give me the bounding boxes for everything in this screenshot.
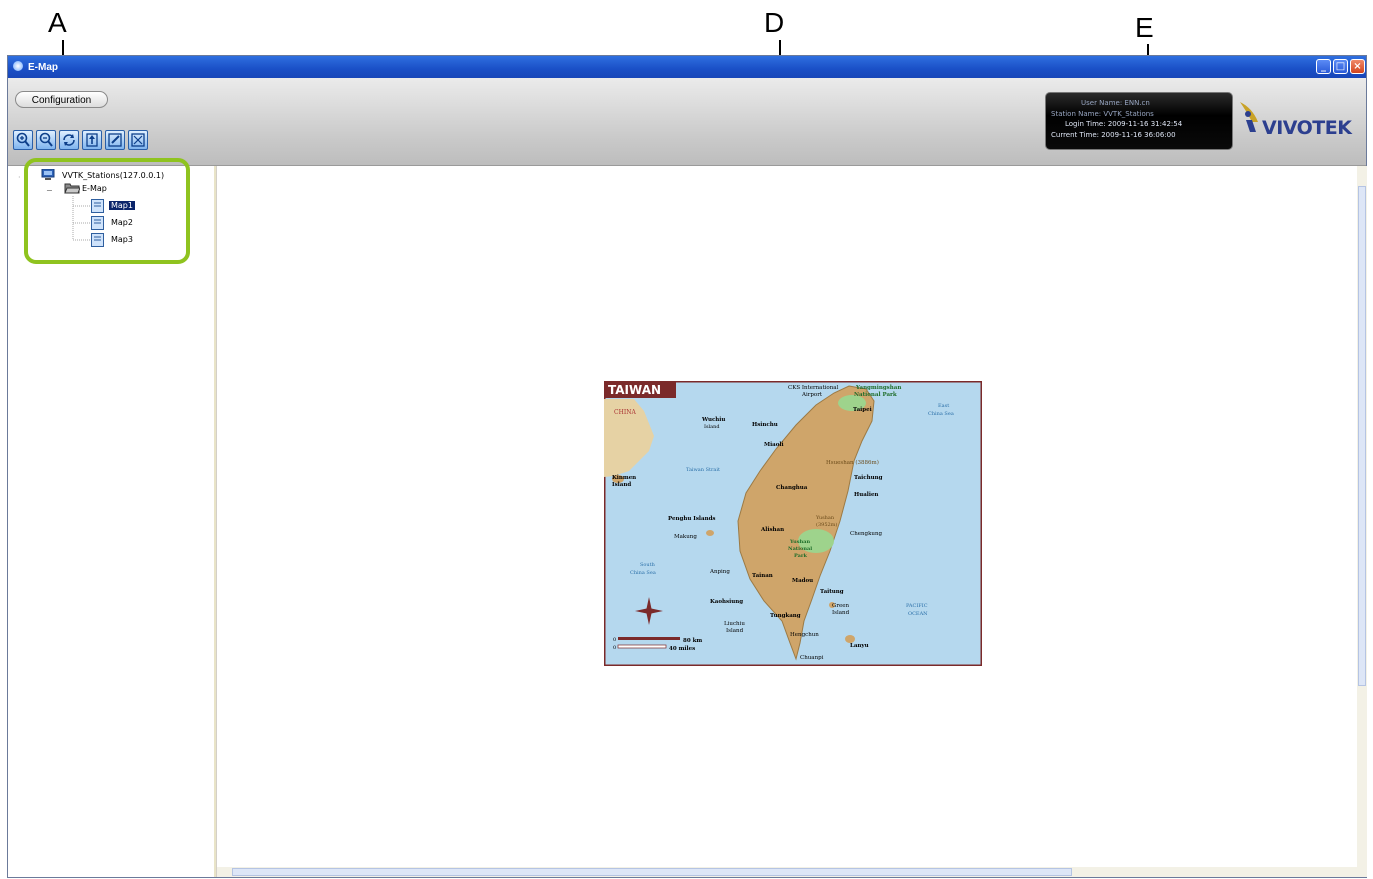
map-label-hualien: Hualien: [854, 492, 878, 498]
map-label-hsueshan: Hsueshan (3886m): [826, 459, 879, 466]
map-label-alishan: Alishan: [760, 527, 784, 533]
callout-d: D: [764, 7, 785, 38]
upload-icon[interactable]: [82, 130, 102, 150]
map-label-taiwan-strait: Taiwan Strait: [686, 467, 720, 473]
map-label-madou: Madou: [792, 578, 813, 584]
map-label-yushan-park-3: Park: [794, 553, 807, 559]
map-label-park-1: Yangmingshan: [855, 385, 901, 391]
map-label-liuchiu-1: Liuchiu: [724, 621, 745, 627]
top-toolbar: Configuration User Name: ENN.cn Station …: [8, 78, 1366, 166]
map-label-taipei: Taipei: [853, 407, 872, 413]
map-label-yushan-park-2: National: [788, 546, 812, 552]
map-label-park-2: National Park: [854, 392, 897, 398]
map-scale-zero-b: 0: [613, 645, 616, 651]
map-label-miaoli: Miaoli: [764, 442, 784, 448]
map-label-taichung: Taichung: [854, 475, 883, 481]
horizontal-scrollbar[interactable]: [217, 867, 1357, 877]
refresh-icon[interactable]: [59, 130, 79, 150]
map-label-scs-2: China Sea: [630, 570, 656, 576]
map-label-tungkang: Tungkang: [770, 613, 801, 619]
station-name-text: Station Name: VVTK_Stations: [1051, 109, 1154, 118]
app-icon: [13, 61, 23, 71]
map-label-anping: Anping: [709, 569, 730, 575]
map-label-changhua: Changhua: [776, 485, 808, 491]
vertical-scrollbar[interactable]: [1357, 166, 1367, 877]
fit-to-window-icon[interactable]: [128, 130, 148, 150]
map-label-wuchiu-2: Island: [704, 424, 720, 430]
vivotek-bird-icon: [1240, 102, 1258, 132]
map-label-east-sea-2: China Sea: [928, 411, 954, 417]
map-label-pacific-2: OCEAN: [908, 611, 928, 617]
map-label-hengchun: Hengchun: [790, 632, 819, 638]
map-label-tainan: Tainan: [752, 573, 773, 579]
user-name-text: User Name: ENN.cn: [1081, 99, 1150, 107]
map-label-pacific-1: PACIFIC: [906, 603, 928, 609]
map-label-liuchiu-2: Island: [726, 628, 744, 634]
minimize-button[interactable]: _: [1316, 59, 1331, 74]
maximize-button[interactable]: □: [1333, 59, 1348, 74]
map-label-makung: Makung: [674, 534, 697, 540]
zoom-out-icon[interactable]: [36, 130, 56, 150]
map-label-green-1: Green: [832, 603, 850, 609]
map-label-hsinchu: Hsinchu: [752, 422, 778, 428]
map-label-kinmen-2: Island: [612, 482, 631, 488]
map-label-kaohsiung: Kaohsiung: [710, 599, 743, 605]
map-scale-km: 80 km: [683, 638, 702, 644]
map-label-penghu: Penghu Islands: [668, 516, 716, 522]
map-label-yushan-2: (3952m): [816, 521, 837, 528]
current-time-text: Current Time: 2009-11-16 36:06:00: [1051, 130, 1176, 139]
vertical-scroll-thumb[interactable]: [1358, 186, 1366, 686]
map-label-taitung: Taitung: [820, 589, 844, 595]
window-title: E-Map: [28, 62, 58, 73]
map-label-yushan-1: Yushan: [815, 515, 835, 521]
map-label-east-sea-1: East: [938, 403, 949, 409]
map-label-yushan-park-1: Yushan: [789, 539, 810, 545]
zoom-in-icon[interactable]: [13, 130, 33, 150]
map-label-airport-2: Airport: [801, 392, 823, 398]
map-label-lanyu: Lanyu: [850, 643, 869, 649]
map-scale-miles: 40 miles: [669, 646, 695, 652]
configuration-button[interactable]: Configuration: [15, 91, 108, 108]
tree-highlight-frame: [24, 158, 190, 264]
vivotek-logo: VIVOTEK: [1238, 100, 1358, 140]
session-info-panel: User Name: ENN.cn Station Name: VVTK_Sta…: [1045, 92, 1233, 150]
login-time-text: Login Time: 2009-11-16 31:42:54: [1065, 120, 1183, 128]
map-label-airport-1: CKS International: [788, 385, 839, 391]
map-scale-zero-a: 0: [613, 637, 616, 643]
map-penghu: [706, 530, 714, 536]
title-bar[interactable]: E-Map _ □ ×: [8, 56, 1366, 78]
map-lanyu: [845, 635, 855, 643]
map-label-china: CHINA: [614, 409, 636, 416]
device-tree-panel: · VVTK_Stations(127.0.0.1) − E-Map Map1 …: [8, 166, 216, 877]
horizontal-scroll-thumb[interactable]: [232, 868, 1072, 876]
callout-e: E: [1135, 12, 1154, 43]
tree-connector: ·: [18, 173, 21, 182]
map-label-chuanpi: Chuanpi: [800, 655, 824, 661]
map-title: TAIWAN: [608, 383, 661, 397]
edit-icon[interactable]: [105, 130, 125, 150]
map-label-scs-1: South: [640, 562, 656, 568]
map-label-chengkung: Chengkung: [850, 531, 882, 537]
map-label-green-2: Island: [832, 610, 850, 616]
taiwan-map-image[interactable]: TAIWAN CHINA CKS International Airport Y…: [604, 381, 982, 666]
close-button[interactable]: ×: [1350, 59, 1365, 74]
logo-text: VIVOTEK: [1262, 117, 1352, 139]
map-label-kinmen-1: Kinmen: [612, 475, 636, 481]
map-label-wuchiu-1: Wuchiu: [701, 417, 725, 423]
callout-a: A: [48, 7, 67, 38]
